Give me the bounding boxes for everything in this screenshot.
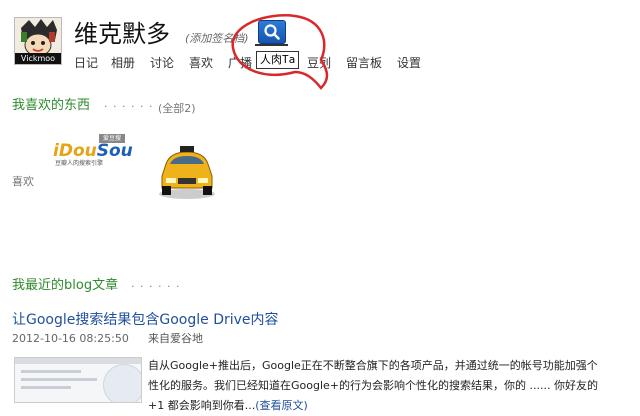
car-icon bbox=[159, 146, 215, 199]
nav-item-diary[interactable]: 日记 bbox=[74, 55, 98, 71]
idousou-logo[interactable]: 爱豆搜 iDouSou 豆瓣人肉搜索引擎 bbox=[53, 134, 133, 170]
likes-section-dots: · · · · · · bbox=[104, 100, 154, 113]
car-item[interactable] bbox=[156, 142, 218, 200]
search-tooltip: 人肉Ta bbox=[256, 51, 300, 69]
blog-post-source: 来自爱谷地 bbox=[148, 332, 203, 345]
likes-side-label: 喜欢 bbox=[12, 175, 34, 188]
avatar-caption: Vickmoo bbox=[15, 53, 61, 64]
blog-post-excerpt: 自从Google+推出后，Google正在不断整合旗下的各项产品，并通过统一的帐… bbox=[148, 359, 598, 412]
annotation-circle-icon bbox=[231, 14, 329, 90]
idousou-wordmark: iDouSou bbox=[53, 141, 133, 161]
blog-post-datetime: 2012-10-16 08:25:50 bbox=[12, 332, 129, 345]
nav-item-discussion[interactable]: 讨论 bbox=[150, 55, 174, 71]
likes-section-title: 我喜欢的东西 bbox=[12, 98, 91, 113]
blog-post-thumbnail[interactable] bbox=[14, 357, 142, 403]
nav-item-settings[interactable]: 设置 bbox=[397, 55, 421, 71]
read-original-link[interactable]: (查看原文) bbox=[255, 399, 308, 412]
nav-item-likes[interactable]: 喜欢 bbox=[189, 55, 213, 71]
idousou-tagline: 豆瓣人肉搜索引擎 bbox=[55, 160, 104, 167]
nav-item-guestbook[interactable]: 留言板 bbox=[346, 55, 382, 71]
blog-section-title: 我最近的blog文章 bbox=[12, 278, 119, 293]
blog-post-title[interactable]: 让Google搜索结果包含Google Drive内容 bbox=[12, 311, 279, 329]
likes-all-link[interactable]: (全部2) bbox=[158, 100, 196, 116]
avatar[interactable]: Vickmoo bbox=[14, 17, 62, 65]
nav-item-album[interactable]: 相册 bbox=[111, 55, 135, 71]
page-title: 维克默多 bbox=[74, 20, 170, 48]
blog-section-dots: · · · · · · bbox=[131, 280, 181, 293]
